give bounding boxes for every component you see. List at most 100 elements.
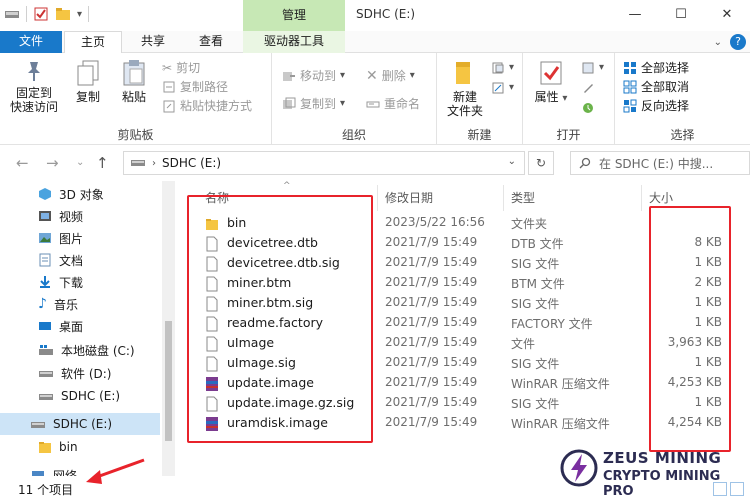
delete-button[interactable]: ✕ 删除 ▾	[366, 67, 415, 85]
tab-manage[interactable]: 管理	[243, 0, 345, 31]
ribbon: 固定到 快速访问 复制 粘贴 ✂ 剪切 复制路径 粘贴快捷方式 剪贴板 移动到	[0, 53, 750, 145]
move-to-button[interactable]: 移动到 ▾	[282, 67, 345, 85]
copy-label: 复制	[75, 90, 100, 104]
organize-group-label: 组织	[341, 128, 366, 142]
copy-path-button[interactable]: 复制路径	[162, 78, 228, 96]
select-none-button[interactable]: 全部取消	[623, 78, 689, 96]
address-bar[interactable]: › SDHC (E:) ⌄	[123, 151, 525, 175]
tab-view[interactable]: 查看	[186, 31, 236, 53]
invert-selection-button[interactable]: 反向选择	[623, 97, 689, 115]
file-type: DTB 文件	[511, 237, 564, 251]
tab-file[interactable]: 文件	[0, 31, 62, 53]
sd-card-icon	[31, 422, 45, 428]
recent-locations-icon[interactable]: ⌄	[76, 157, 84, 168]
edit-pencil-icon	[584, 84, 593, 93]
paste-button[interactable]: 粘贴	[112, 59, 156, 104]
title-bar: ▾ 管理 SDHC (E:) — ☐ ✕	[0, 0, 750, 31]
rename-button[interactable]: 重命名	[366, 95, 420, 113]
help-icon[interactable]: ?	[730, 34, 746, 50]
tab-share[interactable]: 共享	[128, 31, 178, 53]
large-icons-view-icon[interactable]	[730, 482, 744, 496]
file-type: FACTORY 文件	[511, 317, 593, 331]
column-divider[interactable]	[503, 185, 504, 211]
sidebar-item-music[interactable]: ♪ 音乐	[0, 293, 160, 315]
windows-drive-icon	[39, 345, 53, 355]
sidebar-item-software-d[interactable]: 软件 (D:)	[0, 362, 160, 384]
back-arrow-icon[interactable]: ←	[16, 154, 29, 172]
new-folder-button[interactable]: 新建 文件夹	[441, 59, 489, 118]
sidebar-item-sdhc-e[interactable]: SDHC (E:)	[0, 385, 160, 407]
sidebar-item-label: bin	[59, 440, 78, 454]
column-divider[interactable]	[641, 185, 642, 211]
annotation-arrow-icon	[86, 458, 145, 484]
sidebar-item-local-disk-c[interactable]: 本地磁盘 (C:)	[0, 339, 160, 361]
close-button[interactable]: ✕	[704, 0, 750, 31]
ribbon-expand-icon[interactable]: ⌄	[714, 37, 722, 48]
cut-button[interactable]: ✂ 剪切	[162, 59, 200, 77]
new-item-icon	[492, 62, 504, 74]
file-date: 2021/7/9 15:49	[385, 335, 478, 349]
sidebar-item-label: SDHC (E:)	[53, 417, 113, 431]
move-to-icon	[283, 72, 295, 81]
column-header-size[interactable]: 大小	[649, 189, 673, 207]
forward-arrow-icon[interactable]: →	[46, 154, 59, 172]
file-date: 2021/7/9 15:49	[385, 235, 478, 249]
paste-shortcut-button[interactable]: 粘贴快捷方式	[162, 97, 252, 115]
window-title: SDHC (E:)	[356, 7, 416, 21]
sidebar-item-bin[interactable]: bin	[0, 436, 160, 458]
copy-to-button[interactable]: 复制到 ▾	[282, 95, 345, 113]
sidebar-item-pictures[interactable]: 图片	[0, 227, 160, 249]
minimize-button[interactable]: —	[612, 0, 658, 31]
move-to-dropdown-icon: ▾	[340, 70, 346, 81]
paste-label: 粘贴	[121, 90, 146, 104]
open-dropdown-icon: ▾	[599, 62, 605, 73]
new-item-button[interactable]: ▾	[491, 59, 514, 77]
copy-button[interactable]: 复制	[68, 59, 108, 104]
refresh-button[interactable]: ↻	[528, 151, 554, 175]
organize-group: 移动到 ▾ 复制到 ▾ ✕ 删除 ▾ 重命名 组织	[272, 53, 437, 145]
breadcrumb-path[interactable]: SDHC (E:)	[162, 156, 221, 170]
pin-quick-access-button[interactable]: 固定到 快速访问	[6, 59, 62, 114]
sidebar-item-desktop[interactable]: 桌面	[0, 315, 160, 337]
details-view-icon[interactable]	[713, 482, 727, 496]
nav-scrollbar-thumb[interactable]	[165, 321, 172, 441]
column-divider[interactable]	[377, 185, 378, 211]
select-all-icon	[624, 62, 636, 74]
highlight-box-sizes	[649, 206, 731, 452]
properties-check-icon	[540, 61, 562, 85]
new-item-dropdown-icon: ▾	[509, 62, 515, 73]
column-header-type[interactable]: 类型	[511, 189, 535, 207]
properties-button[interactable]: 属性 ▾	[529, 59, 573, 106]
edit-button[interactable]	[581, 79, 595, 97]
up-arrow-icon[interactable]: ↑	[96, 154, 109, 172]
sidebar-item-downloads[interactable]: 下载	[0, 271, 160, 293]
column-header-date[interactable]: 修改日期	[385, 189, 433, 207]
pin-label-line1: 固定到	[15, 86, 52, 100]
tab-drive-tools[interactable]: 驱动器工具	[243, 31, 345, 53]
breadcrumb-separator-icon[interactable]: ›	[152, 158, 156, 169]
sort-ascending-icon: ^	[283, 181, 291, 191]
nav-scrollbar[interactable]	[162, 181, 175, 476]
copy-to-dropdown-icon: ▾	[340, 98, 346, 109]
sidebar-item-3d-objects[interactable]: 3D 对象	[0, 183, 160, 205]
qat-customize-icon[interactable]: ▾	[77, 9, 82, 20]
sidebar-item-videos[interactable]: 视频	[0, 205, 160, 227]
address-dropdown-icon[interactable]: ⌄	[508, 156, 516, 167]
history-button[interactable]	[581, 99, 595, 117]
select-all-button[interactable]: 全部选择	[623, 59, 689, 77]
tab-home[interactable]: 主页	[64, 31, 122, 54]
file-list: ^ 名称 修改日期 类型 大小 bin 2023/5/22 16:56 文件夹 dev…	[175, 181, 750, 476]
new-folder-icon[interactable]	[55, 6, 71, 22]
open-button[interactable]: ▾	[581, 59, 604, 77]
search-box[interactable]: 在 SDHC (E:) 中搜...	[570, 151, 750, 175]
history-icon	[583, 103, 593, 113]
address-row: ← → ⌄ ↑ › SDHC (E:) ⌄ ↻ 在 SDHC (E:) 中搜..…	[0, 145, 750, 181]
select-none-label: 全部取消	[641, 80, 690, 94]
sidebar-item-label: 图片	[59, 231, 84, 246]
move-to-label: 移动到	[300, 69, 337, 83]
sidebar-item-documents[interactable]: 文档	[0, 249, 160, 271]
sidebar-item-sdhc-e-selected[interactable]: SDHC (E:)	[0, 413, 160, 435]
properties-check-icon[interactable]	[33, 6, 49, 22]
maximize-button[interactable]: ☐	[658, 0, 704, 31]
easy-access-button[interactable]: ▾	[491, 79, 514, 97]
